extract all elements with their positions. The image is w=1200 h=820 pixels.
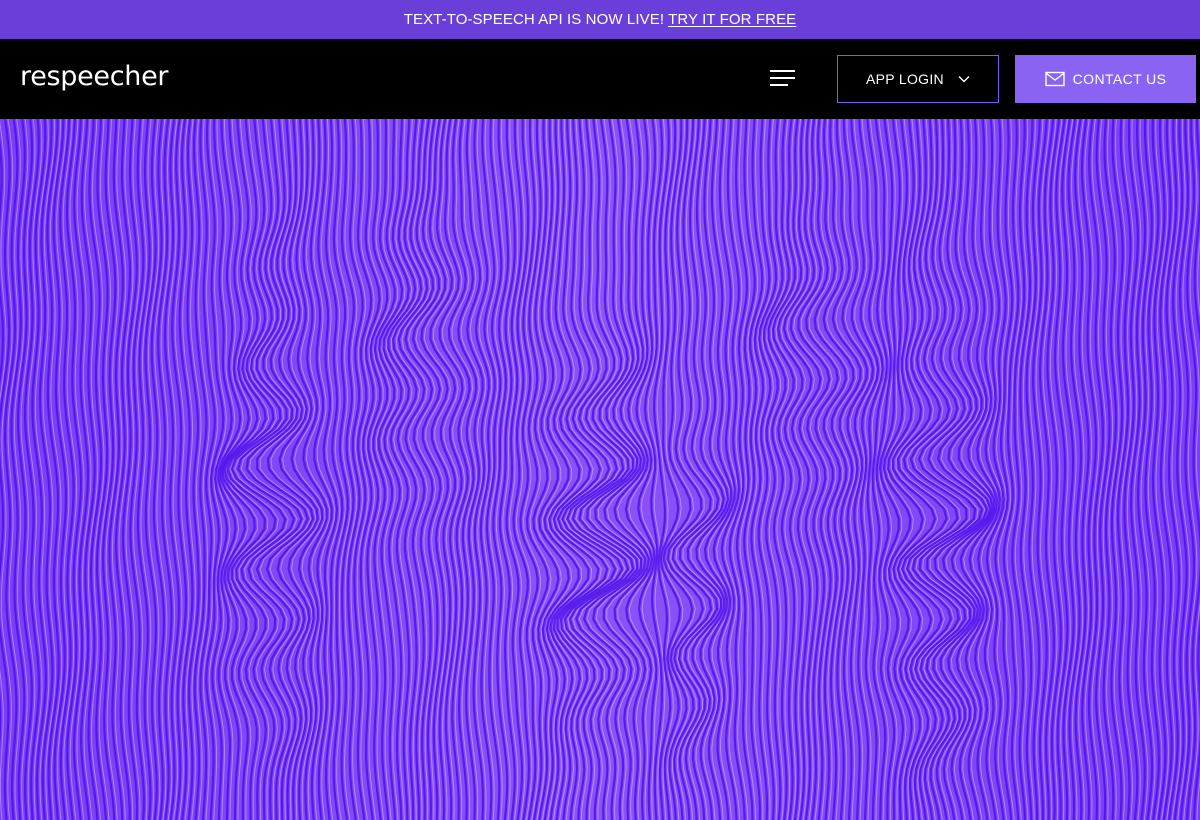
respeecher-logo[interactable]: respeecher [20,61,169,93]
top-navigation: respeecher APP LOGIN CONTACT US [0,39,1200,119]
contact-us-button[interactable]: CONTACT US [1015,55,1196,103]
announcement-bar: TEXT-TO-SPEECH API IS NOW LIVE! TRY IT F… [0,0,1200,39]
app-login-label: APP LOGIN [866,71,944,87]
wave-lines-graphic [0,119,1200,820]
hamburger-menu-icon[interactable] [766,66,800,92]
envelope-icon [1044,71,1065,87]
app-login-button[interactable]: APP LOGIN [837,55,999,103]
contact-us-label: CONTACT US [1072,71,1167,87]
chevron-down-icon [958,75,970,83]
try-it-free-link[interactable]: TRY IT FOR FREE [668,11,796,28]
hero-wave-artwork [0,119,1200,820]
announcement-message: TEXT-TO-SPEECH API IS NOW LIVE! [403,11,665,28]
